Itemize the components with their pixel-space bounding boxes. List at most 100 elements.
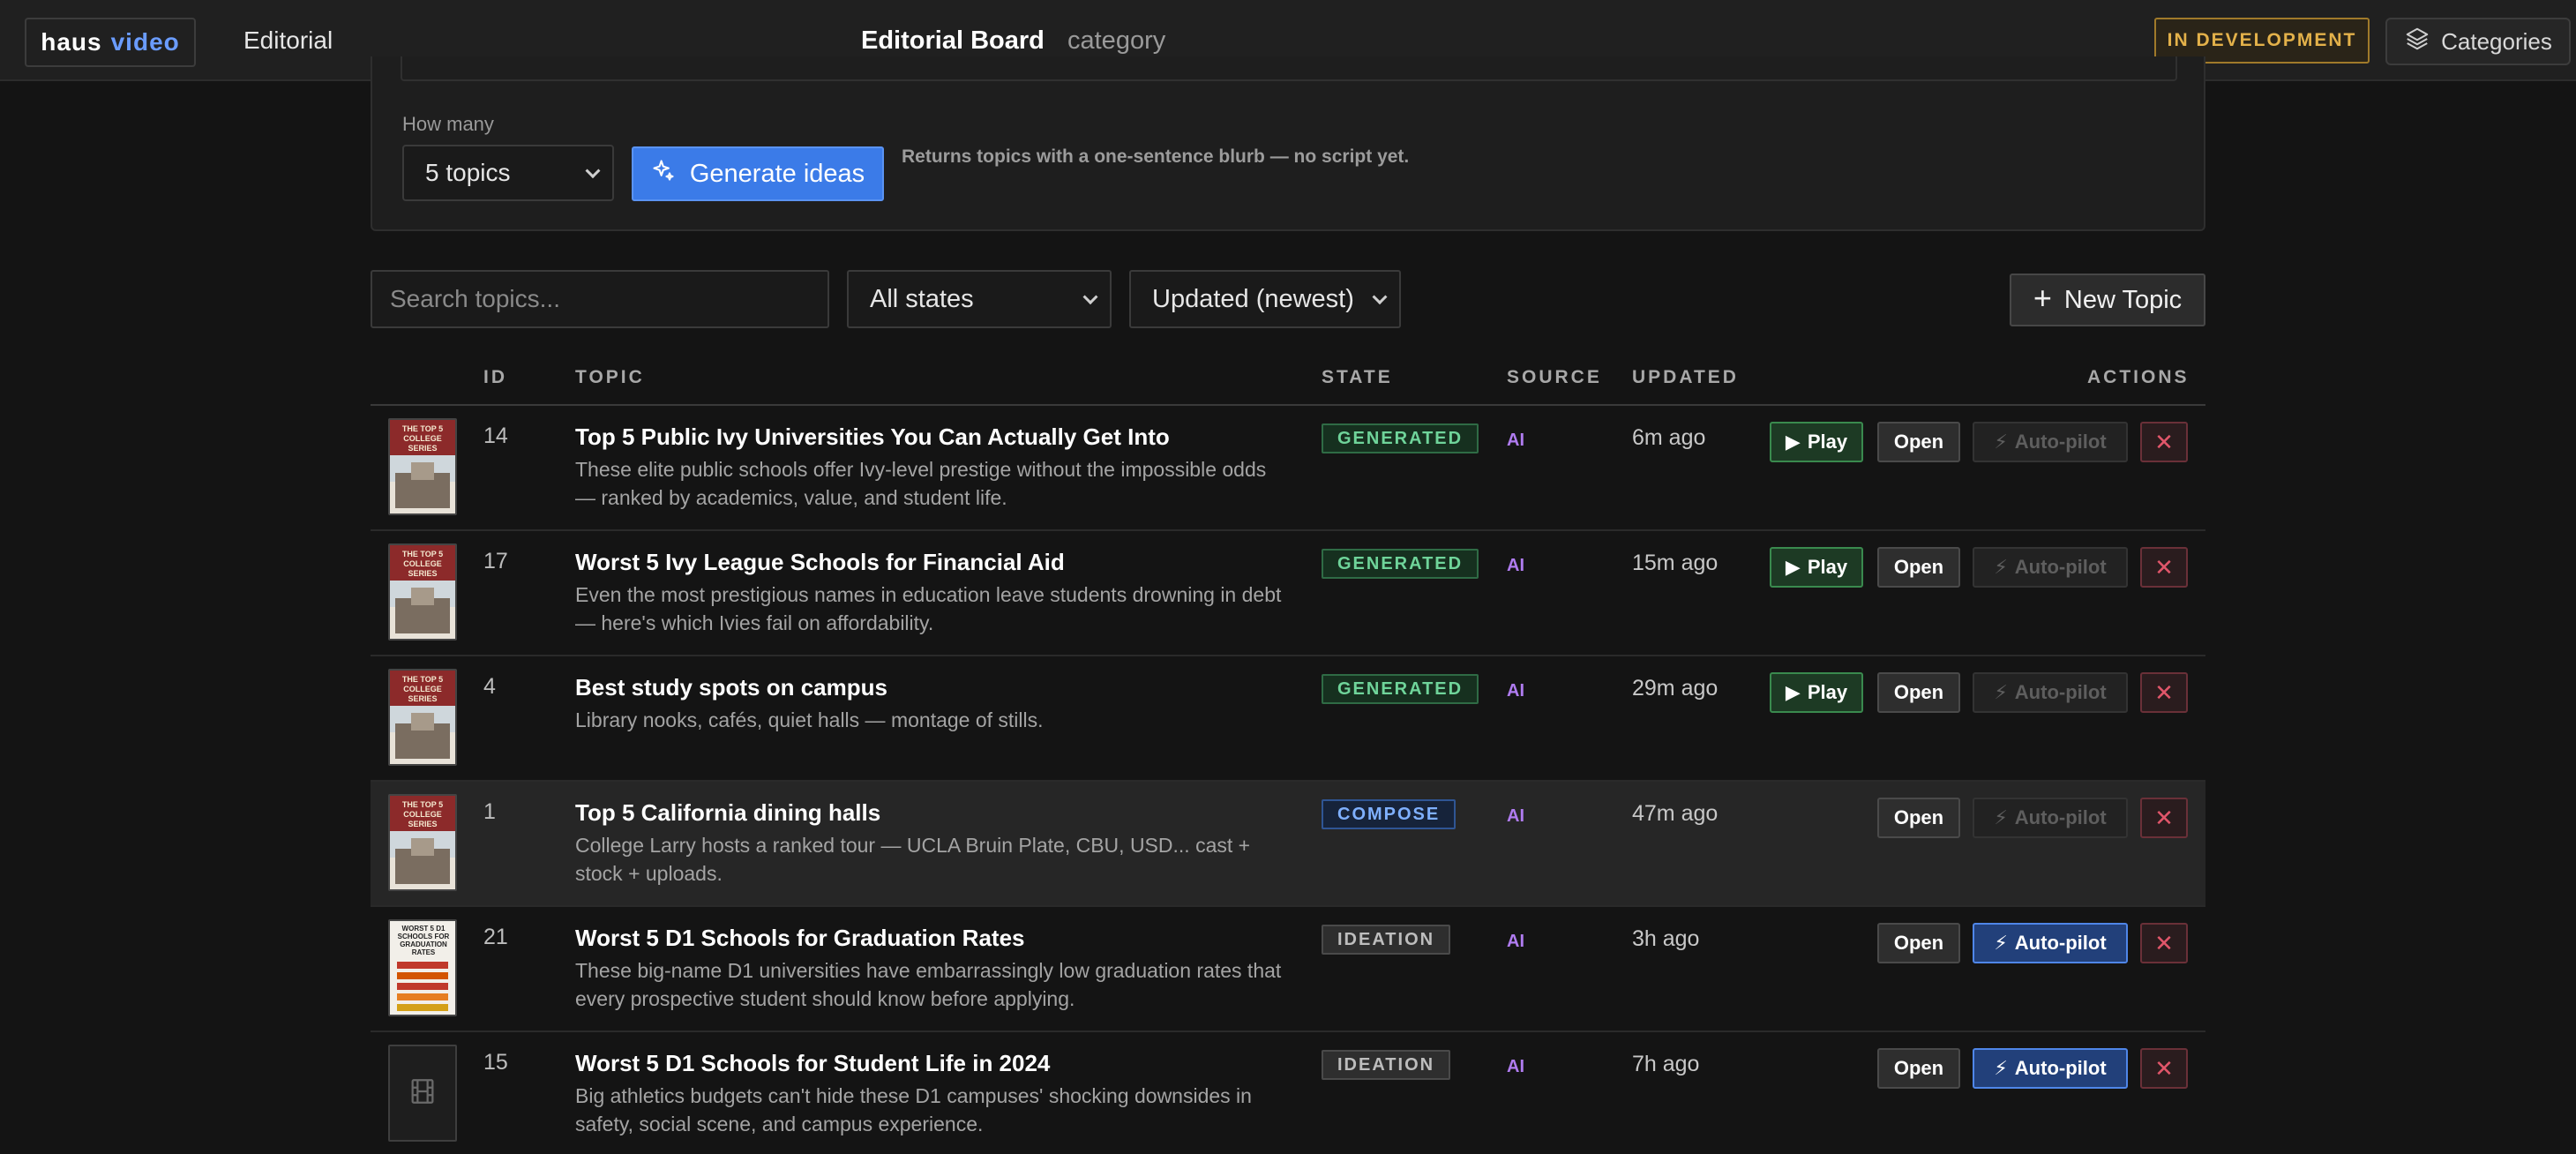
new-topic-label: New Topic — [2063, 285, 2183, 314]
column-header-state[interactable]: STATE — [1322, 367, 1393, 388]
topic-id: 21 — [483, 925, 508, 949]
film-icon — [408, 1076, 438, 1111]
topic-thumbnail[interactable]: THE TOP 5 COLLEGE SERIES — [388, 669, 457, 766]
play-button[interactable]: ▶ Play — [1770, 422, 1863, 462]
topic-thumbnail[interactable]: THE TOP 5 COLLEGE SERIES — [388, 418, 457, 515]
categories-label: Categories — [2441, 27, 2552, 55]
topic-title[interactable]: Worst 5 D1 Schools for Student Life in 2… — [575, 1050, 1050, 1077]
source-label: AI — [1507, 932, 1524, 951]
open-button[interactable]: Open — [1877, 422, 1960, 462]
how-many-select[interactable]: 5 topics — [402, 145, 614, 201]
column-header-id[interactable]: ID — [483, 367, 507, 388]
delete-button[interactable]: ✕ — [2140, 547, 2188, 588]
state-badge: IDEATION — [1322, 1050, 1451, 1080]
updated-time: 29m ago — [1632, 676, 1719, 701]
chevron-down-icon — [1372, 289, 1388, 305]
updated-time: 6m ago — [1632, 425, 1706, 450]
topic-title[interactable]: Best study spots on campus — [575, 674, 887, 701]
state-badge: GENERATED — [1322, 674, 1479, 704]
page-subtitle: category — [1067, 26, 1166, 55]
topic-id: 14 — [483, 423, 508, 448]
autopilot-button[interactable]: ⚡ Auto-pilot — [1973, 672, 2128, 713]
autopilot-button[interactable]: ⚡ Auto-pilot — [1973, 1048, 2128, 1089]
state-filter-select[interactable]: All states — [847, 270, 1112, 328]
open-button[interactable]: Open — [1877, 798, 1960, 838]
how-many-value: 5 topics — [425, 159, 511, 186]
autopilot-label: Auto-pilot — [2014, 681, 2107, 703]
close-icon: ✕ — [2154, 1054, 2174, 1082]
open-button[interactable]: Open — [1877, 1048, 1960, 1089]
topic-blurb: College Larry hosts a ranked tour — UCLA… — [575, 834, 1251, 885]
layers-icon — [2404, 26, 2430, 58]
open-button[interactable]: Open — [1877, 923, 1960, 963]
close-icon: ✕ — [2154, 428, 2174, 455]
close-icon: ✕ — [2154, 553, 2174, 581]
prompt-textarea[interactable] — [401, 56, 2177, 81]
how-many-label: How many — [402, 113, 494, 135]
autopilot-button[interactable]: ⚡ Auto-pilot — [1973, 547, 2128, 588]
delete-button[interactable]: ✕ — [2140, 923, 2188, 963]
state-filter-value: All states — [870, 284, 974, 313]
delete-button[interactable]: ✕ — [2140, 672, 2188, 713]
page-title: Editorial Board — [861, 26, 1045, 55]
search-input[interactable] — [371, 270, 829, 328]
logo[interactable]: haus video — [25, 18, 196, 67]
autopilot-label: Auto-pilot — [2014, 932, 2107, 954]
categories-button[interactable]: Categories — [2385, 18, 2571, 65]
topic-title[interactable]: Worst 5 Ivy League Schools for Financial… — [575, 549, 1065, 576]
table-row[interactable]: WORST 5 D1 SCHOOLS FOR GRADUATION RATES … — [371, 907, 2205, 1032]
table-row[interactable]: THE TOP 5 COLLEGE SERIES 17 Worst 5 Ivy … — [371, 531, 2205, 656]
autopilot-button[interactable]: ⚡ Auto-pilot — [1973, 923, 2128, 963]
play-button[interactable]: ▶ Play — [1770, 672, 1863, 713]
table-row[interactable]: THE TOP 5 COLLEGE SERIES 14 Top 5 Public… — [371, 406, 2205, 531]
table-row[interactable]: THE TOP 5 COLLEGE SERIES 1 Top 5 Califor… — [371, 782, 2205, 907]
updated-time: 7h ago — [1632, 1052, 1700, 1076]
autopilot-label: Auto-pilot — [2014, 806, 2107, 828]
topic-title[interactable]: Top 5 California dining halls — [575, 799, 880, 827]
topic-thumbnail[interactable]: THE TOP 5 COLLEGE SERIES — [388, 543, 457, 641]
state-badge: IDEATION — [1322, 925, 1451, 955]
state-badge: COMPOSE — [1322, 799, 1456, 829]
table-header: ID TOPIC STATE SOURCE UPDATED ACTIONS — [371, 356, 2205, 406]
lightning-icon: ⚡ — [1994, 932, 2008, 954]
lightning-icon: ⚡ — [1994, 556, 2008, 578]
sort-value: Updated (newest) — [1152, 284, 1354, 313]
nav-editorial[interactable]: Editorial — [243, 26, 333, 55]
delete-button[interactable]: ✕ — [2140, 798, 2188, 838]
thumbnail-caption: WORST 5 D1 SCHOOLS FOR GRADUATION RATES — [397, 925, 450, 956]
generate-ideas-button[interactable]: Generate ideas — [632, 146, 884, 201]
play-label: Play — [1807, 556, 1848, 578]
open-button[interactable]: Open — [1877, 547, 1960, 588]
table-row[interactable]: THE TOP 5 COLLEGE SERIES 4 Best study sp… — [371, 656, 2205, 782]
autopilot-button[interactable]: ⚡ Auto-pilot — [1973, 798, 2128, 838]
new-topic-button[interactable]: + New Topic — [2010, 274, 2205, 326]
topic-thumbnail[interactable]: THE TOP 5 COLLEGE SERIES — [388, 794, 457, 891]
topic-title[interactable]: Top 5 Public Ivy Universities You Can Ac… — [575, 423, 1170, 451]
autopilot-button[interactable]: ⚡ Auto-pilot — [1973, 422, 2128, 462]
topic-title[interactable]: Worst 5 D1 Schools for Graduation Rates — [575, 925, 1025, 952]
play-icon: ▶ — [1785, 431, 1801, 453]
source-label: AI — [1507, 1057, 1524, 1076]
delete-button[interactable]: ✕ — [2140, 1048, 2188, 1089]
lightning-icon: ⚡ — [1994, 681, 2008, 703]
play-button[interactable]: ▶ Play — [1770, 547, 1863, 588]
autopilot-label: Auto-pilot — [2014, 431, 2107, 453]
topic-id: 17 — [483, 549, 508, 573]
column-header-topic[interactable]: TOPIC — [575, 367, 645, 388]
table-row[interactable]: 15 Worst 5 D1 Schools for Student Life i… — [371, 1032, 2205, 1154]
open-button[interactable]: Open — [1877, 672, 1960, 713]
state-badge: GENERATED — [1322, 549, 1479, 579]
logo-video: video — [110, 28, 180, 56]
column-header-source[interactable]: SOURCE — [1507, 367, 1602, 388]
delete-button[interactable]: ✕ — [2140, 422, 2188, 462]
sort-select[interactable]: Updated (newest) — [1129, 270, 1401, 328]
topic-thumbnail[interactable]: WORST 5 D1 SCHOOLS FOR GRADUATION RATES — [388, 919, 457, 1016]
thumbnail-caption: THE TOP 5 COLLEGE SERIES — [401, 424, 444, 453]
close-icon: ✕ — [2154, 929, 2174, 956]
topic-thumbnail[interactable] — [388, 1045, 457, 1142]
generate-hint: Returns topics with a one-sentence blurb… — [902, 146, 1410, 167]
source-label: AI — [1507, 806, 1524, 826]
play-icon: ▶ — [1785, 556, 1801, 578]
thumbnail-caption: THE TOP 5 COLLEGE SERIES — [401, 550, 444, 578]
column-header-updated[interactable]: UPDATED — [1632, 367, 1739, 388]
